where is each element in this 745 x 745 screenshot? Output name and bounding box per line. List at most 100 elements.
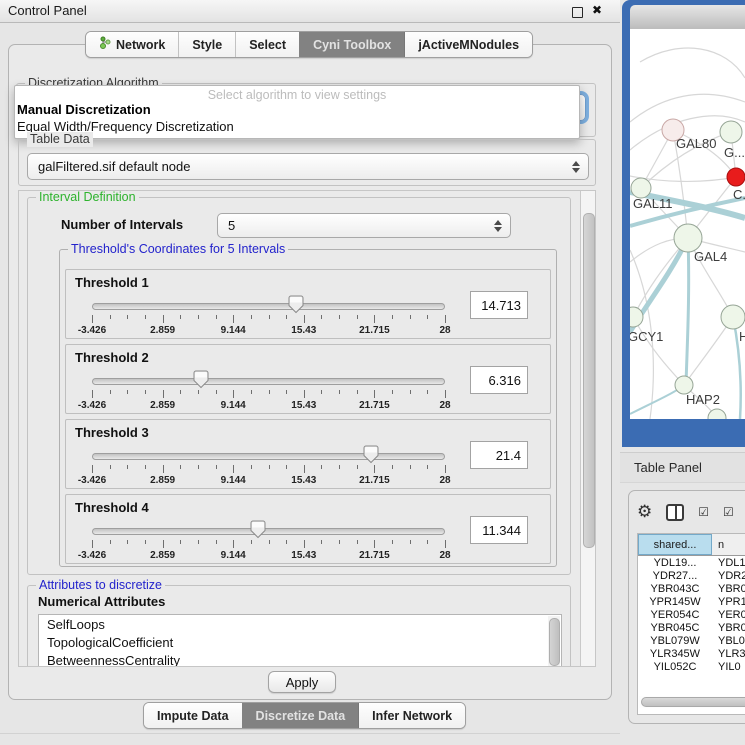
threshold-value-field[interactable]: 6.316 [470, 366, 528, 394]
tick-mark [163, 390, 164, 398]
tick-mark [233, 540, 234, 548]
tick-mark [269, 390, 270, 394]
vertical-scrollbar[interactable] [580, 191, 595, 666]
tab-label: Infer Network [372, 709, 452, 723]
table-row[interactable]: YDR27...YDR2 [638, 569, 745, 582]
attribute-list-item[interactable]: TopologicalCoefficient [39, 633, 561, 651]
attribute-list-item[interactable]: BetweennessCentrality [39, 651, 561, 667]
network-edge [630, 94, 745, 122]
network-node-h[interactable] [721, 305, 745, 329]
scrollbar-thumb[interactable] [583, 213, 595, 548]
slider-track[interactable] [92, 528, 445, 535]
tick-mark [374, 390, 375, 398]
cell-shared-name: YBR045C [638, 622, 712, 634]
tick-mark [374, 315, 375, 323]
table-row[interactable]: YLR345WYLR3 [638, 647, 745, 660]
horizontal-scrollbar[interactable] [639, 696, 745, 708]
table-row[interactable]: YER054CYER0 [638, 608, 745, 621]
checkbox-icon[interactable]: ☑ [698, 506, 709, 518]
tick-mark [145, 390, 146, 394]
attribute-list-item[interactable]: SelfLoops [39, 615, 561, 633]
scale-label: 21.715 [359, 550, 390, 561]
control-panel-titlebar: Control Panel ✖ [0, 0, 620, 23]
apply-button[interactable]: Apply [268, 671, 336, 693]
scale-label: -3.426 [78, 475, 106, 486]
table-row[interactable]: YDL19...YDL1 [638, 556, 745, 569]
tab-discretize-data[interactable]: Discretize Data [242, 703, 359, 728]
network-node-gal4[interactable] [674, 224, 702, 252]
table-row[interactable]: YBR043CYBR0 [638, 582, 745, 595]
table-data-combobox[interactable]: galFiltered.sif default node [27, 153, 589, 180]
slider-scale-labels: -3.4262.8599.14415.4321.71528 [92, 400, 445, 412]
network-node-gal11[interactable] [631, 178, 651, 198]
tick-mark [357, 315, 358, 319]
tick-mark [357, 465, 358, 469]
tick-mark [127, 315, 128, 319]
table-row[interactable]: YIL052CYIL0 [638, 660, 745, 673]
gear-icon[interactable]: ⚙ [637, 503, 652, 521]
tick-mark [339, 390, 340, 394]
table-row[interactable]: YPR145WYPR1 [638, 595, 745, 608]
tab-style[interactable]: Style [178, 32, 235, 57]
threshold-label: Threshold 3 [75, 425, 149, 440]
list-scrollbar[interactable] [548, 616, 560, 667]
tab-cyni-toolbox[interactable]: Cyni Toolbox [299, 32, 404, 57]
menu-item-manual-discretization[interactable]: Manual Discretization [17, 102, 151, 117]
threshold-value-field[interactable]: 21.4 [470, 441, 528, 469]
column-layout-icon[interactable] [666, 504, 684, 521]
network-edge [633, 317, 684, 385]
tab-jactivemnodules[interactable]: jActiveMNodules [404, 32, 532, 57]
tick-mark [321, 540, 322, 544]
network-node-c[interactable] [727, 168, 745, 186]
slider-track[interactable] [92, 378, 445, 385]
slider-track[interactable] [92, 453, 445, 460]
network-canvas[interactable]: GAL80G...GAL11C...GAL4GCY1HHAP2 [630, 29, 745, 419]
node-label: GAL11 [633, 196, 673, 211]
tick-mark [339, 465, 340, 469]
tick-mark [269, 465, 270, 469]
table-panel-title: Table Panel [634, 460, 702, 475]
cell-name: YLR3 [712, 648, 745, 660]
tick-mark [445, 390, 446, 398]
slider-ticks [92, 390, 445, 399]
tick-mark [180, 315, 181, 319]
scrollbar-thumb[interactable] [641, 697, 745, 707]
scale-label: -3.426 [78, 400, 106, 411]
scale-label: 28 [439, 400, 450, 411]
tick-mark [427, 465, 428, 469]
slider-thumb[interactable] [363, 445, 379, 464]
float-window-icon[interactable] [572, 7, 583, 18]
cell-shared-name: YBR043C [638, 583, 712, 595]
tab-impute-data[interactable]: Impute Data [144, 703, 242, 728]
slider-track[interactable] [92, 303, 445, 310]
scale-label: 2.859 [150, 325, 175, 336]
threshold-value-field[interactable]: 11.344 [470, 516, 528, 544]
tab-network[interactable]: Network [86, 32, 178, 57]
network-node-gcy1[interactable] [630, 307, 643, 327]
scale-label: 2.859 [150, 400, 175, 411]
column-header-name[interactable]: n [712, 534, 745, 555]
number-of-intervals-combobox[interactable]: 5 [217, 213, 511, 238]
scale-label: 9.144 [221, 475, 246, 486]
checkbox-icon[interactable]: ☑ [723, 506, 734, 518]
tab-label: Select [249, 38, 286, 52]
column-header-shared-name[interactable]: shared... [638, 534, 712, 555]
tab-select[interactable]: Select [235, 32, 299, 57]
tab-label: jActiveMNodules [418, 38, 519, 52]
slider-thumb[interactable] [193, 370, 209, 389]
tab-infer-network[interactable]: Infer Network [358, 703, 465, 728]
scale-label: 15.43 [291, 475, 316, 486]
scale-label: 2.859 [150, 475, 175, 486]
slider-thumb[interactable] [288, 295, 304, 314]
tab-label: Network [116, 38, 165, 52]
tick-mark [145, 315, 146, 319]
tick-mark [392, 315, 393, 319]
table-row[interactable]: YBL079WYBL0 [638, 634, 745, 647]
close-icon[interactable]: ✖ [592, 3, 602, 17]
slider-thumb[interactable] [250, 520, 266, 539]
tick-mark [445, 540, 446, 548]
combobox-value: 5 [228, 218, 235, 233]
table-row[interactable]: YBR045CYBR0 [638, 621, 745, 634]
network-node-g[interactable] [720, 121, 742, 143]
threshold-value-field[interactable]: 14.713 [470, 291, 528, 319]
